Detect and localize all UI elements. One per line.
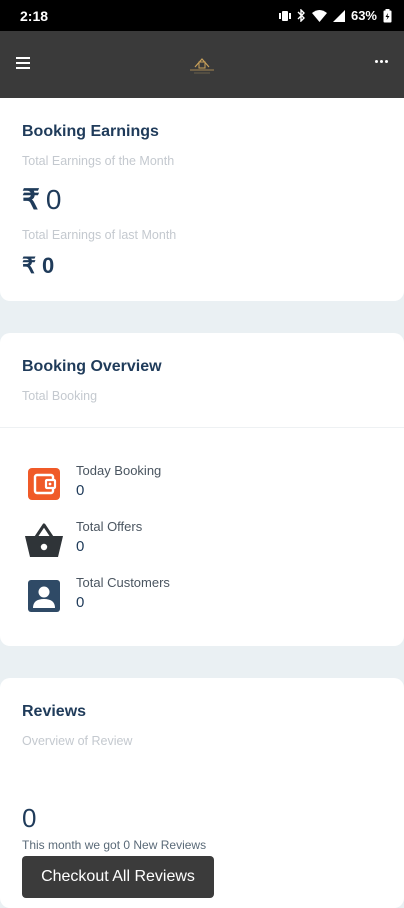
today-booking-row[interactable]: Today Booking 0 <box>24 463 162 503</box>
total-offers-row[interactable]: Total Offers 0 <box>24 519 143 559</box>
wallet-icon <box>24 465 64 503</box>
booking-earnings-card: Booking Earnings Total Earnings of the M… <box>0 98 404 301</box>
wifi-icon <box>311 9 327 22</box>
vibrate-icon <box>278 10 291 21</box>
today-booking-label: Today Booking <box>76 463 162 478</box>
reviews-note: This month we got 0 New Reviews <box>22 838 207 852</box>
total-offers-value: 0 <box>76 538 85 555</box>
status-icons: 63% <box>278 8 392 23</box>
reviews-title: Reviews <box>22 703 87 720</box>
this-month-value: 0 <box>45 184 62 215</box>
last-month-value: 0 <box>42 253 55 278</box>
last-month-label: Total Earnings of last Month <box>22 228 177 242</box>
total-customers-value: 0 <box>76 594 85 611</box>
today-booking-value: 0 <box>76 482 85 499</box>
booking-overview-subtitle: Total Booking <box>22 389 98 403</box>
last-month-amount: ₹ 0 <box>22 253 54 279</box>
total-customers-row[interactable]: Total Customers 0 <box>24 575 170 615</box>
brand-logo <box>190 58 214 74</box>
total-customers-label: Total Customers <box>76 575 170 590</box>
total-offers-label: Total Offers <box>76 519 143 534</box>
basket-icon <box>24 521 64 559</box>
reviews-subtitle: Overview of Review <box>22 734 133 748</box>
this-month-amount: ₹ 0 <box>22 183 61 216</box>
account-box-icon <box>24 577 64 615</box>
status-bar: 2:18 63% <box>0 0 404 31</box>
signal-icon <box>332 9 345 22</box>
booking-overview-title: Booking Overview <box>22 358 162 375</box>
checkout-all-reviews-button[interactable]: Checkout All Reviews <box>22 856 214 898</box>
bluetooth-icon <box>297 9 305 22</box>
reviews-count: 0 <box>22 803 37 833</box>
this-month-label: Total Earnings of the Month <box>22 154 175 168</box>
status-time: 2:18 <box>20 7 49 24</box>
rupee-symbol: ₹ <box>22 253 36 278</box>
more-options-icon[interactable] <box>375 60 388 63</box>
menu-icon[interactable] <box>16 57 30 71</box>
battery-percent: 63% <box>350 8 377 23</box>
battery-charging-icon <box>383 8 392 22</box>
rupee-symbol: ₹ <box>22 184 40 215</box>
divider <box>0 427 404 428</box>
booking-overview-card: Booking Overview Total Booking Today Boo… <box>0 333 404 646</box>
app-bar <box>0 31 404 98</box>
booking-earnings-title: Booking Earnings <box>22 123 159 140</box>
